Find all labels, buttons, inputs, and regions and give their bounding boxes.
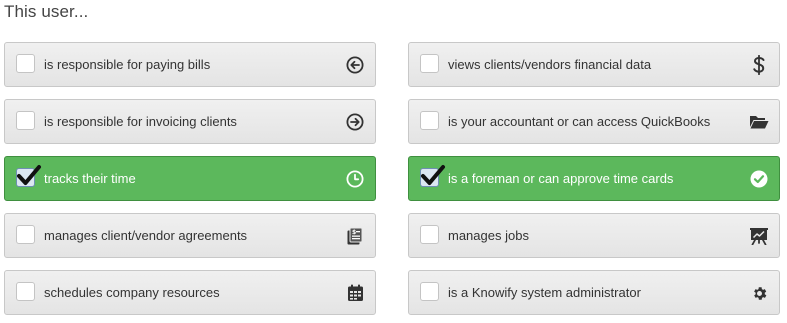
role-option-label: is a foreman or can approve time cards [448,171,674,186]
role-option-foreman-approve-time-cards[interactable]: is a foreman or can approve time cards [408,156,780,201]
role-option-label: is your accountant or can access QuickBo… [448,114,711,129]
role-checkbox[interactable] [16,282,35,301]
role-option-invoicing-clients[interactable]: is responsible for invoicing clients [4,99,376,144]
dollar-icon [749,55,769,75]
arrow-circle-left-icon [345,55,365,75]
gear-icon [749,283,769,303]
role-option-tracks-time[interactable]: tracks their time [4,156,376,201]
role-option-schedules-resources[interactable]: schedules company resources [4,270,376,315]
role-option-system-administrator[interactable]: is a Knowify system administrator [408,270,780,315]
role-option-financial-data[interactable]: views clients/vendors financial data [408,42,780,87]
role-option-manages-jobs[interactable]: manages jobs [408,213,780,258]
role-checkbox[interactable] [420,225,439,244]
role-option-label: tracks their time [44,171,136,186]
role-option-label: manages jobs [448,228,529,243]
arrow-circle-right-icon [345,112,365,132]
role-option-label: is responsible for invoicing clients [44,114,237,129]
role-checkbox[interactable] [16,54,35,73]
document-dollar-icon: $ [345,226,365,246]
role-checkbox[interactable] [420,111,439,130]
role-option-label: is responsible for paying bills [44,57,211,72]
role-option-label: is a Knowify system administrator [448,285,641,300]
role-checkbox[interactable] [420,54,439,73]
check-circle-icon [749,169,769,189]
role-checkbox[interactable] [16,111,35,130]
role-option-paying-bills[interactable]: is responsible for paying bills [4,42,376,87]
role-option-client-vendor-agreements[interactable]: manages client/vendor agreements $ [4,213,376,258]
clock-icon [345,169,365,189]
checkmark-icon [421,165,445,185]
section-heading: This user... [4,2,89,21]
presentation-chart-icon [749,226,769,246]
role-checkbox[interactable] [16,225,35,244]
role-checkbox[interactable] [420,282,439,301]
calendar-icon [345,283,365,303]
folder-open-icon [749,112,769,132]
role-option-label: manages client/vendor agreements [44,228,248,243]
role-option-label: views clients/vendors financial data [448,57,652,72]
role-option-accountant-quickbooks[interactable]: is your accountant or can access QuickBo… [408,99,780,144]
checkmark-icon [17,165,41,185]
role-option-label: schedules company resources [44,285,220,300]
svg-text:$: $ [352,229,356,236]
